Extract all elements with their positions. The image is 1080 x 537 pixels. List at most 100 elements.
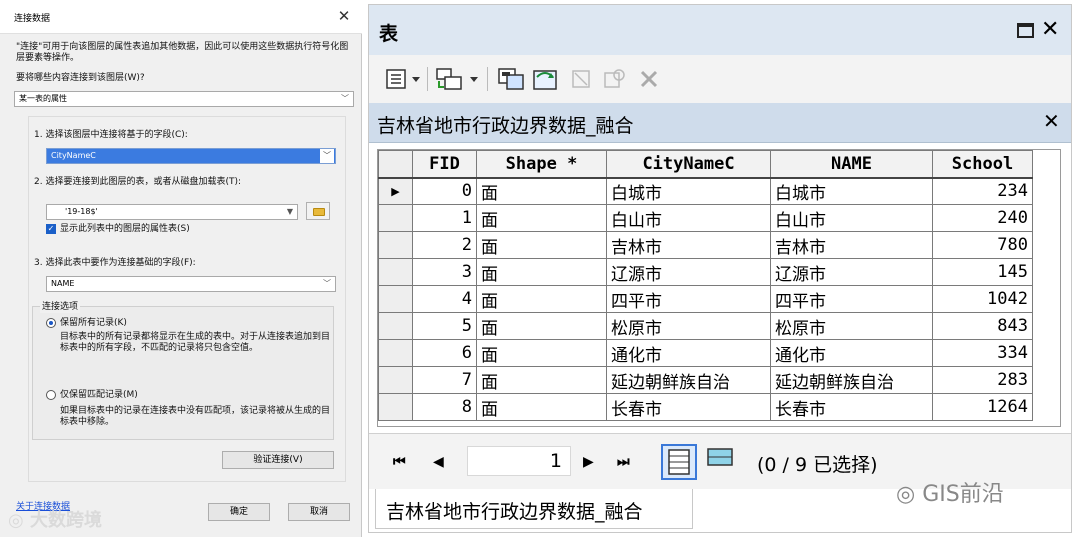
table-tab[interactable]: 吉林省地市行政边界数据_融合 <box>375 489 693 529</box>
close-table-button[interactable]: ✕ <box>1043 109 1060 133</box>
row-selector[interactable] <box>378 285 413 313</box>
cell-school[interactable]: 234 <box>932 177 1033 205</box>
table-row[interactable]: 8 面长春市 长春市 1264 <box>378 393 1033 421</box>
table-row[interactable]: 1 面白山市 白山市 240 <box>378 204 1033 232</box>
cell-citynamec[interactable]: 长春市 <box>606 393 771 421</box>
table-window-close-button[interactable]: ✕ <box>1041 17 1059 42</box>
cell-name[interactable]: 辽源市 <box>770 258 933 286</box>
cell-fid[interactable]: 0 <box>412 177 477 205</box>
cell-school[interactable]: 843 <box>932 312 1033 340</box>
cell-fid[interactable]: 7 <box>412 366 477 394</box>
cell-citynamec[interactable]: 吉林市 <box>606 231 771 259</box>
current-record-input[interactable]: 1 <box>467 446 571 476</box>
cell-fid[interactable]: 1 <box>412 204 477 232</box>
cell-citynamec[interactable]: 辽源市 <box>606 258 771 286</box>
cell-shape[interactable]: 面 <box>476 231 607 259</box>
table-options-button[interactable] <box>385 67 423 91</box>
cell-citynamec[interactable]: 白山市 <box>606 204 771 232</box>
cell-shape[interactable]: 面 <box>476 393 607 421</box>
cell-school[interactable]: 240 <box>932 204 1033 232</box>
column-header-school[interactable]: School <box>932 150 1033 179</box>
join-field-select[interactable]: CityNameC ﹀ <box>46 148 336 164</box>
keep-match-radio[interactable] <box>46 390 56 400</box>
clear-selection-icon[interactable] <box>569 67 595 91</box>
cancel-button[interactable]: 取消 <box>288 503 350 521</box>
table-row[interactable]: 5 面松原市 松原市 843 <box>378 312 1033 340</box>
show-selected-records-icon[interactable] <box>705 446 737 476</box>
show-attr-checkbox[interactable]: ✓ <box>46 224 56 234</box>
join-table-select[interactable]: '19-18$' ▼ <box>46 204 298 220</box>
maximize-icon[interactable] <box>1017 23 1034 38</box>
cell-citynamec[interactable]: 白城市 <box>606 177 771 205</box>
table-row[interactable]: 7 面延边朝鲜族自治 延边朝鲜族自治 283 <box>378 366 1033 394</box>
table-row[interactable]: ▶ 0 面白城市 白城市 234 <box>378 177 1033 205</box>
first-record-button[interactable]: ⏮ <box>393 454 406 470</box>
dialog-close-button[interactable]: ✕ <box>334 6 354 26</box>
cell-name[interactable]: 白城市 <box>770 177 933 205</box>
open-folder-button[interactable] <box>306 202 330 220</box>
cell-school[interactable]: 334 <box>932 339 1033 367</box>
cell-shape[interactable]: 面 <box>476 285 607 313</box>
zoom-to-selected-icon[interactable] <box>601 67 629 91</box>
cell-name[interactable]: 白山市 <box>770 204 933 232</box>
join-what-select[interactable]: 某一表的属性 ﹀ <box>14 91 354 107</box>
cell-citynamec[interactable]: 延边朝鲜族自治 <box>606 366 771 394</box>
cell-shape[interactable]: 面 <box>476 312 607 340</box>
row-selector[interactable]: ▶ <box>378 177 413 205</box>
cell-name[interactable]: 松原市 <box>770 312 933 340</box>
last-record-button[interactable]: ⏭ <box>617 454 630 470</box>
ok-button[interactable]: 确定 <box>208 503 270 521</box>
row-selector[interactable] <box>378 231 413 259</box>
column-header-fid[interactable]: FID <box>412 150 477 179</box>
row-selector[interactable] <box>378 312 413 340</box>
related-tables-button[interactable] <box>435 67 483 91</box>
cell-fid[interactable]: 8 <box>412 393 477 421</box>
cell-shape[interactable]: 面 <box>476 258 607 286</box>
column-header-name[interactable]: NAME <box>770 150 933 179</box>
row-selector-header[interactable] <box>378 150 413 179</box>
cell-fid[interactable]: 4 <box>412 285 477 313</box>
cell-fid[interactable]: 5 <box>412 312 477 340</box>
cell-citynamec[interactable]: 松原市 <box>606 312 771 340</box>
table-row[interactable]: 2 面吉林市 吉林市 780 <box>378 231 1033 259</box>
row-selector[interactable] <box>378 339 413 367</box>
cell-school[interactable]: 145 <box>932 258 1033 286</box>
next-record-button[interactable]: ▶ <box>583 454 594 470</box>
cell-school[interactable]: 1042 <box>932 285 1033 313</box>
base-field-select[interactable]: NAME ﹀ <box>46 276 336 292</box>
validate-join-button[interactable]: 验证连接(V) <box>222 451 334 469</box>
cell-shape[interactable]: 面 <box>476 339 607 367</box>
column-header-shape[interactable]: Shape * <box>476 150 607 179</box>
cell-shape[interactable]: 面 <box>476 177 607 205</box>
table-row[interactable]: 3 面辽源市 辽源市 145 <box>378 258 1033 286</box>
row-selector[interactable] <box>378 204 413 232</box>
cell-citynamec[interactable]: 四平市 <box>606 285 771 313</box>
select-by-attributes-icon[interactable] <box>497 67 527 91</box>
cell-name[interactable]: 延边朝鲜族自治 <box>770 366 933 394</box>
cell-shape[interactable]: 面 <box>476 366 607 394</box>
row-selector[interactable] <box>378 393 413 421</box>
switch-selection-icon[interactable] <box>531 67 561 91</box>
keep-all-radio[interactable] <box>46 318 56 328</box>
cell-school[interactable]: 780 <box>932 231 1033 259</box>
previous-record-button[interactable]: ◀ <box>433 454 444 470</box>
cell-fid[interactable]: 3 <box>412 258 477 286</box>
table-row[interactable]: 4 面四平市 四平市 1042 <box>378 285 1033 313</box>
cell-fid[interactable]: 2 <box>412 231 477 259</box>
table-row[interactable]: 6 面通化市 通化市 334 <box>378 339 1033 367</box>
cell-fid[interactable]: 6 <box>412 339 477 367</box>
cell-school[interactable]: 1264 <box>932 393 1033 421</box>
cell-name[interactable]: 通化市 <box>770 339 933 367</box>
cell-name[interactable]: 长春市 <box>770 393 933 421</box>
column-header-citynamec[interactable]: CityNameC <box>606 150 771 179</box>
cell-shape[interactable]: 面 <box>476 204 607 232</box>
row-selector[interactable] <box>378 258 413 286</box>
cell-citynamec[interactable]: 通化市 <box>606 339 771 367</box>
dialog-intro: "连接"可用于向该图层的属性表追加其他数据，因此可以使用这些数据执行符号化图层要… <box>16 42 349 63</box>
row-selector[interactable] <box>378 366 413 394</box>
cell-school[interactable]: 283 <box>932 366 1033 394</box>
cell-name[interactable]: 四平市 <box>770 285 933 313</box>
cell-name[interactable]: 吉林市 <box>770 231 933 259</box>
show-all-records-button[interactable] <box>661 444 697 480</box>
delete-selected-icon[interactable] <box>637 67 661 91</box>
